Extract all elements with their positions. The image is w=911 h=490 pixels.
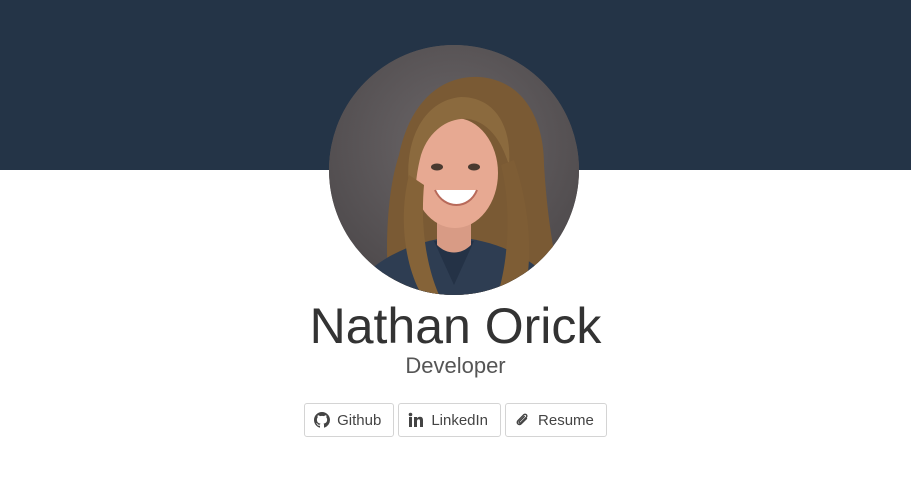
linkedin-button[interactable]: LinkedIn: [398, 403, 502, 437]
profile-name: Nathan Orick: [309, 298, 602, 354]
github-button[interactable]: Github: [304, 403, 395, 437]
profile-photo: [329, 45, 579, 295]
resume-button[interactable]: Resume: [505, 403, 607, 437]
resume-label: Resume: [538, 411, 594, 429]
profile-page: Nathan Orick Developer Github LinkedIn R…: [0, 0, 911, 490]
linkedin-label: LinkedIn: [431, 411, 489, 429]
paperclip-icon: [515, 412, 531, 428]
github-icon: [314, 412, 331, 428]
linkedin-icon: [408, 412, 424, 428]
profile-links: Github LinkedIn Resume: [0, 403, 911, 437]
profile-avatar: [329, 45, 579, 295]
profile-role: Developer: [405, 353, 506, 378]
github-label: Github: [337, 411, 382, 429]
